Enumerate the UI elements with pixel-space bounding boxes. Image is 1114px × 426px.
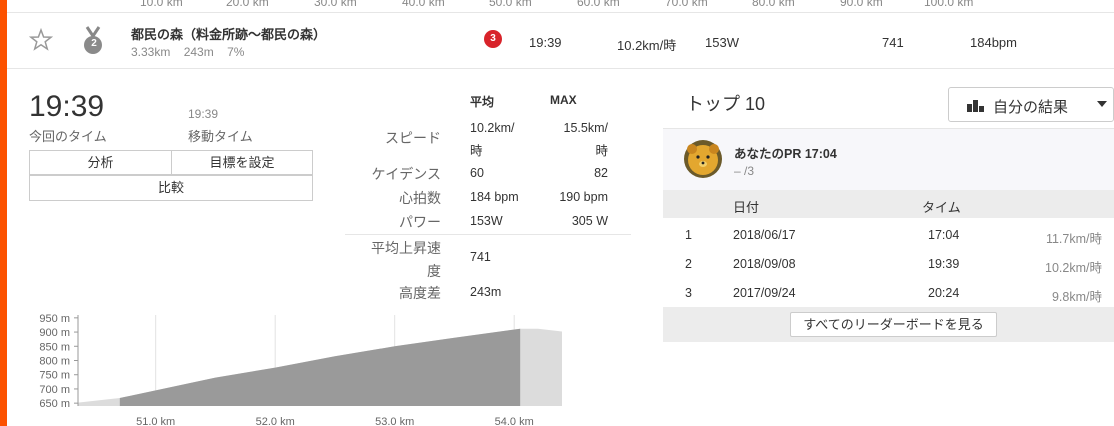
power-max: 305 W bbox=[571, 214, 608, 228]
top-axis-tick: 80.0 km bbox=[752, 0, 795, 9]
star-icon[interactable] bbox=[29, 28, 53, 52]
stats-divider bbox=[345, 234, 631, 235]
leaderboard-date[interactable]: 2018/06/17 bbox=[733, 228, 796, 242]
chart-x-axis: 51.0 km 52.0 km 53.0 km 54.0 km bbox=[136, 416, 534, 426]
y-tick-label: 900 m bbox=[39, 327, 70, 339]
y-tick-label: 950 m bbox=[39, 313, 70, 325]
moving-time-value: 19:39 bbox=[188, 107, 219, 121]
chart-y-axis: 950 m 900 m 850 m 800 m 750 m 700 m 650 m bbox=[39, 313, 79, 410]
top-axis-tick: 70.0 km bbox=[665, 0, 708, 9]
leaderboard-row[interactable]: 3 2017/09/24 20:24 9.8km/時 bbox=[663, 278, 1114, 307]
vam-label-line1: 平均上昇速 bbox=[371, 240, 441, 256]
leaderboard-rank: 2 bbox=[685, 257, 692, 271]
elevation-area-segment bbox=[119, 328, 521, 406]
y-tick-label: 850 m bbox=[39, 341, 70, 353]
elevation-gain-value: 243m bbox=[470, 285, 502, 299]
speed-avg: 10.2km/ 時 bbox=[470, 121, 514, 159]
vam-value: 741 bbox=[470, 250, 491, 264]
medal-rank: 2 bbox=[91, 38, 97, 49]
leaderboard-speed: 9.8km/時 bbox=[1051, 290, 1102, 304]
x-tick-label: 51.0 km bbox=[136, 416, 175, 426]
bar-chart-icon bbox=[967, 100, 984, 112]
leaderboard-rank: 1 bbox=[685, 228, 692, 242]
leaderboard-filter-dropdown[interactable]: 自分の結果 bbox=[948, 87, 1114, 122]
personal-record-rank: – /3 bbox=[734, 164, 755, 178]
segment-distance: 3.33km bbox=[131, 45, 171, 59]
top-axis-tick: 20.0 km bbox=[226, 0, 269, 9]
segment-time: 19:39 bbox=[529, 35, 562, 50]
speed-max: 15.5km/ 時 bbox=[548, 121, 608, 159]
heart-rate-max: 190 bpm bbox=[559, 190, 608, 204]
top-axis-tick: 100.0 km bbox=[924, 0, 974, 9]
leaderboard-filter-label: 自分の結果 bbox=[993, 99, 1069, 116]
leaderboard-title: トップ 10 bbox=[686, 94, 766, 114]
caret-down-icon bbox=[1097, 101, 1107, 107]
y-tick-label: 650 m bbox=[39, 398, 70, 410]
power-avg: 153W bbox=[470, 214, 503, 228]
leaderboard-speed: 10.2km/時 bbox=[1045, 261, 1102, 275]
top-axis-tick: 50.0 km bbox=[489, 0, 532, 9]
elapsed-time-value: 19:39 bbox=[29, 90, 105, 123]
kom-rank-badge: 3 bbox=[484, 30, 502, 48]
view-all-leaderboard-button[interactable]: すべてのリーダーボードを見る bbox=[790, 312, 997, 337]
leaderboard-rank: 3 bbox=[685, 286, 692, 300]
top-axis-tick: 30.0 km bbox=[314, 0, 357, 9]
leaderboard-time: 17:04 bbox=[928, 228, 960, 242]
top-axis-tick: 60.0 km bbox=[577, 0, 620, 9]
chart-area bbox=[78, 328, 562, 406]
analyze-button[interactable]: 分析 bbox=[29, 150, 172, 175]
y-tick-label: 800 m bbox=[39, 356, 70, 368]
heart-rate-avg: 184 bpm bbox=[470, 190, 519, 204]
x-tick-label: 53.0 km bbox=[375, 416, 414, 426]
segment-speed: 10.2km/時 bbox=[617, 38, 677, 53]
avatar bbox=[684, 140, 722, 178]
personal-record-panel: あなたのPR 17:04 – /3 bbox=[663, 128, 1114, 191]
leaderboard-header-row: 日付 タイム bbox=[663, 190, 1114, 218]
speed-max-line2: 時 bbox=[595, 144, 608, 158]
leaderboard-col-date: 日付 bbox=[733, 200, 760, 215]
vam-label: 平均上昇速 度 bbox=[345, 238, 441, 281]
leaderboard-time: 19:39 bbox=[928, 257, 960, 271]
x-tick-label: 52.0 km bbox=[256, 416, 295, 426]
stats-header-max: MAX bbox=[550, 93, 577, 107]
y-tick-label: 700 m bbox=[39, 384, 70, 396]
speed-max-line1: 15.5km/ bbox=[563, 121, 608, 135]
y-tick-label: 750 m bbox=[39, 370, 70, 382]
segment-power: 153W bbox=[705, 35, 739, 50]
leaderboard-row[interactable]: 2 2018/09/08 19:39 10.2km/時 bbox=[663, 249, 1114, 278]
segment-row[interactable]: 2 都民の森（料金所跡〜都民の森） 3.33km 243m 7% 3 19:39… bbox=[7, 12, 1114, 69]
speed-label: スピード bbox=[385, 130, 441, 146]
stats-header-avg: 平均 bbox=[470, 95, 495, 109]
top-axis-tick: 40.0 km bbox=[402, 0, 445, 9]
leaderboard-date[interactable]: 2018/09/08 bbox=[733, 257, 796, 271]
cadence-label: ケイデンス bbox=[371, 166, 441, 182]
personal-record-label: あなたのPR 17:04 bbox=[734, 147, 837, 161]
leaderboard-speed: 11.7km/時 bbox=[1045, 232, 1102, 246]
elevation-chart: 950 m 900 m 850 m 800 m 750 m 700 m 650 m 51.0… bbox=[39, 313, 562, 426]
vam-label-line2: 度 bbox=[427, 263, 441, 279]
moving-time-label: 移動タイム bbox=[188, 129, 253, 144]
set-goal-button[interactable]: 目標を設定 bbox=[171, 150, 313, 175]
top-axis-tick: 90.0 km bbox=[840, 0, 883, 9]
speed-avg-line1: 10.2km/ bbox=[470, 121, 515, 135]
leaderboard-row[interactable]: 1 2018/06/17 17:04 11.7km/時 bbox=[663, 220, 1114, 249]
leaderboard-col-time: タイム bbox=[922, 200, 961, 215]
x-tick-label: 54.0 km bbox=[495, 416, 534, 426]
cadence-avg: 60 bbox=[470, 166, 484, 180]
segment-elevation: 243m bbox=[183, 45, 214, 59]
segment-vam: 741 bbox=[882, 35, 904, 50]
segment-name[interactable]: 都民の森（料金所跡〜都民の森） bbox=[131, 24, 326, 43]
compare-button[interactable]: 比較 bbox=[29, 175, 313, 201]
heart-rate-label: 心拍数 bbox=[399, 190, 441, 206]
speed-avg-line2: 時 bbox=[470, 144, 483, 158]
leaderboard-date[interactable]: 2017/09/24 bbox=[733, 286, 796, 300]
cadence-max: 82 bbox=[594, 166, 608, 180]
top-axis-tick: 10.0 km bbox=[140, 0, 183, 9]
elapsed-time-label: 今回のタイム bbox=[29, 129, 107, 144]
power-label: パワー bbox=[399, 214, 441, 230]
segment-heart-rate: 184bpm bbox=[970, 35, 1017, 50]
leaderboard-time: 20:24 bbox=[928, 286, 960, 300]
segment-grade: 7% bbox=[227, 45, 245, 59]
